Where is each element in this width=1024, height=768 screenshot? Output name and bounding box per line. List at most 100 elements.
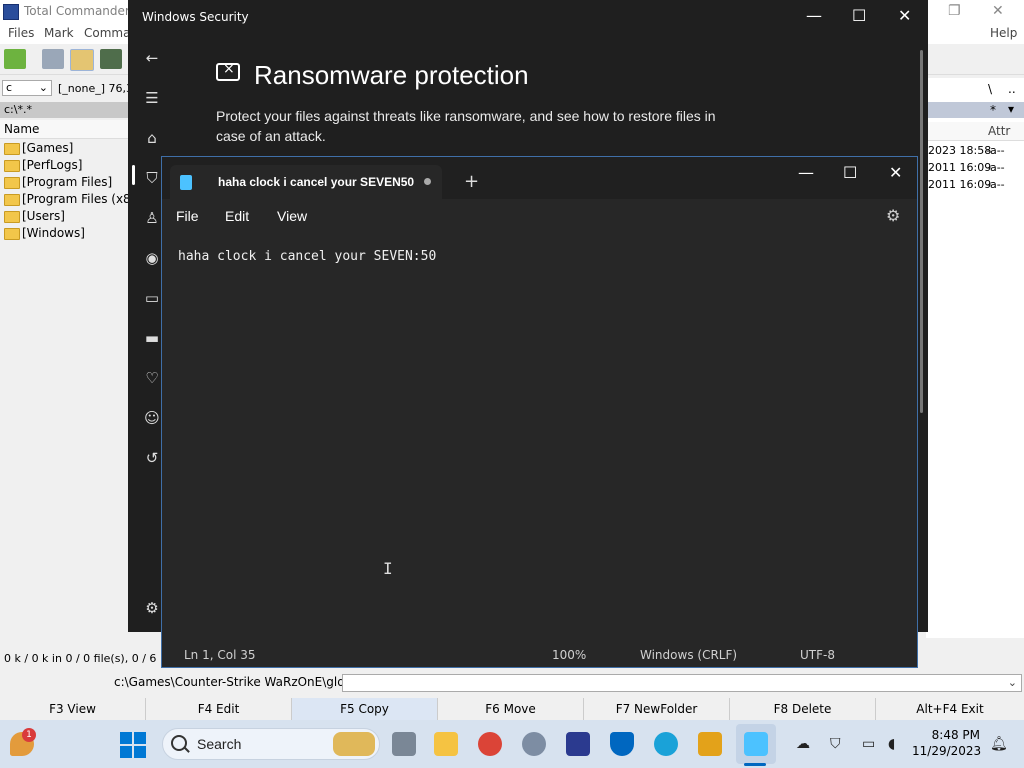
maximize-icon[interactable]: ☐ [843, 163, 857, 182]
np-title-bar: haha clock i cancel your SEVEN50 + — ☐ ✕ [162, 157, 917, 199]
tc-menu-files[interactable]: Files [8, 26, 34, 40]
chevron-down-icon[interactable]: ⌄ [1008, 676, 1017, 689]
root-button[interactable]: \ [988, 82, 992, 96]
minimize-icon[interactable]: — [798, 163, 814, 182]
folder-icon [4, 160, 20, 172]
maximize-icon[interactable]: ☐ [852, 6, 866, 25]
list-item[interactable]: [Program Files (x86)] [0, 191, 148, 208]
family-icon[interactable]: ☺ [142, 408, 162, 428]
list-item[interactable]: [Windows] [0, 225, 130, 242]
table-row[interactable]: 2011 16:09 -a-- [926, 159, 1024, 176]
list-item[interactable]: [Program Files] [0, 174, 130, 191]
search-box[interactable]: Search [162, 728, 380, 760]
gear-icon[interactable]: ⚙ [886, 206, 900, 225]
text-editor[interactable]: haha clock i cancel your SEVEN:50 [162, 233, 917, 637]
drive-letter: c [6, 81, 13, 94]
start-button[interactable] [120, 732, 146, 758]
folder-icon [4, 211, 20, 223]
restore-icon[interactable]: ❐ [948, 3, 961, 19]
total-commander-icon[interactable] [566, 732, 590, 756]
notification-bell-icon[interactable]: 🔔︎ [990, 736, 1008, 752]
menu-icon[interactable]: ☰ [142, 88, 162, 108]
list-item[interactable]: [PerfLogs] [0, 157, 130, 174]
alt-f4-exit-button[interactable]: Alt+F4 Exit [876, 698, 1024, 720]
folder-icon [4, 143, 20, 155]
task-view-icon[interactable] [392, 732, 416, 756]
f3-view-button[interactable]: F3 View [0, 698, 146, 720]
filter-mask[interactable]: * [990, 103, 996, 117]
refresh-icon[interactable] [4, 49, 26, 69]
health-icon[interactable]: ♡ [142, 368, 162, 388]
close-icon[interactable]: ✕ [898, 6, 911, 25]
menu-edit[interactable]: Edit [225, 208, 249, 224]
taskbar: 1 Search ☁ ⛉ ▭ ◖ 8:48 PM 11/29/2023 🔔︎ [0, 720, 1024, 768]
home-icon[interactable]: ⌂ [142, 128, 162, 148]
folder-icon [4, 228, 20, 240]
tc-menu-help[interactable]: Help [990, 26, 1017, 40]
store-icon[interactable] [698, 732, 722, 756]
right-path-bar: * ▾ [926, 102, 1024, 118]
person-icon[interactable]: ♙ [142, 208, 162, 228]
volume-icon[interactable]: ◖ [888, 736, 895, 752]
f5-copy-button[interactable]: F5 Copy [292, 698, 438, 720]
folder-icon [4, 177, 20, 189]
drive-select[interactable]: c ⌄ [2, 80, 52, 96]
onedrive-icon[interactable]: ☁ [796, 736, 810, 752]
path-text: c:\*.* [4, 103, 32, 116]
edge-icon[interactable] [654, 732, 678, 756]
minimize-icon[interactable]: — [806, 6, 822, 25]
editor-content: haha clock i cancel your SEVEN:50 [178, 249, 437, 264]
chrome-icon[interactable] [478, 732, 502, 756]
clock-time[interactable]: 8:48 PM [928, 728, 980, 742]
history-icon[interactable]: ↺ [142, 448, 162, 468]
f8-delete-button[interactable]: F8 Delete [730, 698, 876, 720]
status-text: 0 k / 0 k in 0 / 0 file(s), 0 / 6 dir [4, 652, 160, 665]
text-cursor-icon: I [383, 559, 393, 578]
list-item[interactable]: [Games] [0, 140, 130, 157]
clock-date[interactable]: 11/29/2023 [912, 744, 981, 758]
windows-security-icon[interactable] [610, 732, 634, 756]
parent-button[interactable]: .. [1008, 82, 1016, 96]
network-icon[interactable]: ▭ [862, 736, 875, 752]
scrollbar[interactable] [920, 243, 923, 413]
command-input[interactable]: ⌄ [342, 674, 1022, 692]
menu-view[interactable]: View [277, 208, 307, 224]
tree-view-icon[interactable] [70, 49, 94, 71]
tc-column-header: Name [0, 120, 130, 139]
back-icon[interactable]: ← [142, 48, 162, 68]
tc-menu-mark[interactable]: Mark [44, 26, 74, 40]
shield-icon[interactable]: ⛉ [142, 168, 162, 188]
f7-newfolder-button[interactable]: F7 NewFolder [584, 698, 730, 720]
list-item[interactable]: [Users] [0, 208, 130, 225]
file-explorer-icon[interactable] [434, 732, 458, 756]
right-column-header: Attr [926, 122, 1024, 141]
tab-title: haha clock i cancel your SEVEN50 [218, 175, 415, 189]
brief-view-icon[interactable] [42, 49, 64, 69]
search-label: Search [197, 736, 242, 752]
new-tab-icon[interactable]: + [464, 171, 479, 192]
unsaved-indicator-icon[interactable] [424, 178, 431, 185]
security-tray-icon[interactable]: ⛉ [830, 736, 841, 752]
app-browser-icon[interactable]: ▭ [142, 288, 162, 308]
thumbnail-view-icon[interactable] [100, 49, 122, 69]
f4-edit-button[interactable]: F4 Edit [146, 698, 292, 720]
notepad-icon [180, 175, 192, 190]
settings-icon[interactable]: ⚙ [142, 598, 162, 618]
table-row[interactable]: 2023 18:58 -a-- [926, 142, 1024, 159]
tc-menu-commands[interactable]: Comma [84, 26, 130, 40]
column-name[interactable]: Name [4, 122, 39, 136]
page-description: Protect your files against threats like … [216, 108, 716, 144]
menu-file[interactable]: File [176, 208, 199, 224]
notification-badge: 1 [22, 728, 36, 742]
device-icon[interactable]: ▬ [142, 328, 162, 348]
close-icon[interactable]: ✕ [992, 3, 1004, 19]
chevron-down-icon[interactable]: ▾ [1008, 102, 1014, 116]
settings-icon[interactable] [522, 732, 546, 756]
wifi-icon[interactable]: ◉ [142, 248, 162, 268]
close-icon[interactable]: ✕ [889, 163, 902, 182]
table-row[interactable]: 2011 16:09 -a-- [926, 176, 1024, 193]
tc-command-line: c:\Games\Counter-Strike WaRzOnE\gldrv> ⌄ [0, 672, 1024, 694]
document-tab[interactable]: haha clock i cancel your SEVEN50 [170, 165, 442, 199]
column-attr[interactable]: Attr [988, 124, 1010, 138]
f6-move-button[interactable]: F6 Move [438, 698, 584, 720]
